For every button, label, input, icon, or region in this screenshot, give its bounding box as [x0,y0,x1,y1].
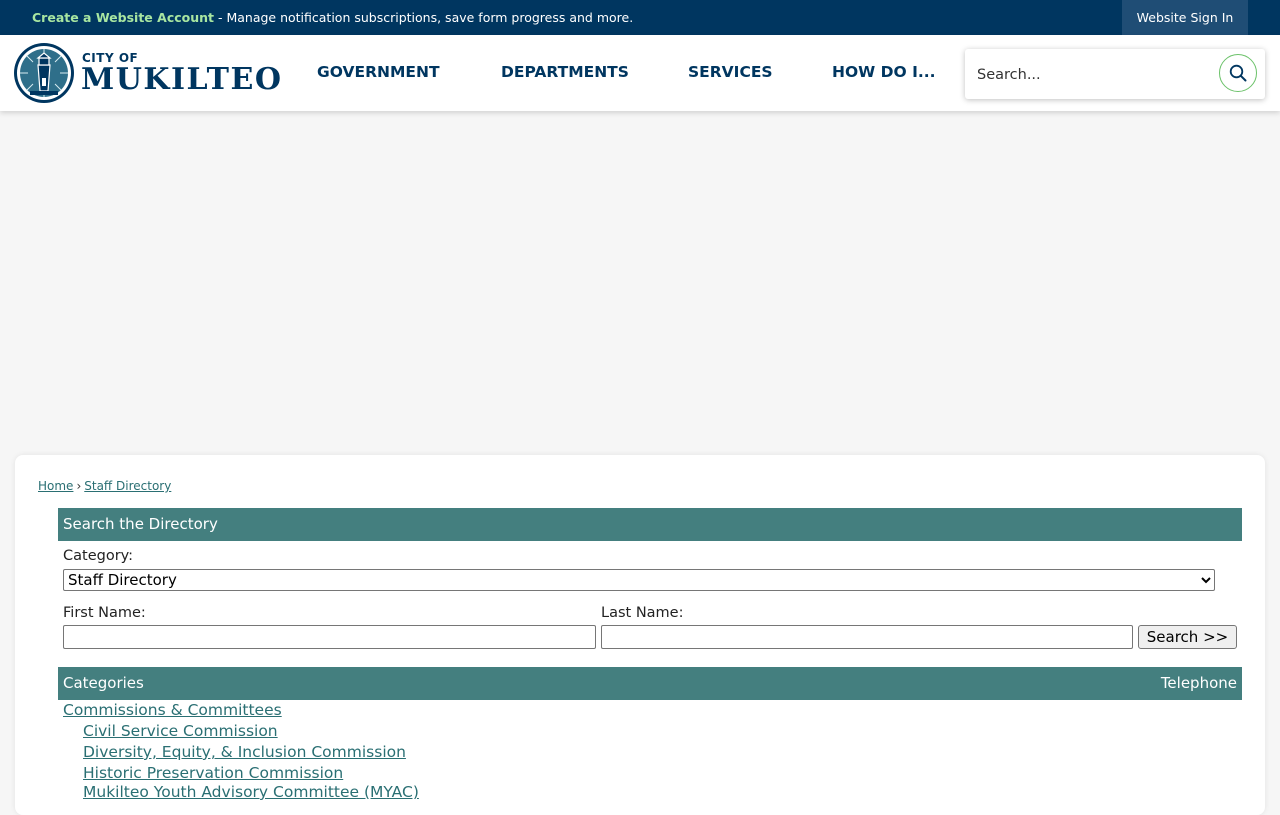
category-commissions-committees[interactable]: Commissions & Committees [63,701,282,719]
category-label: Category: [63,548,134,564]
search-directory-title: Search the Directory [63,515,218,533]
first-name-field[interactable] [63,625,596,649]
nav-government[interactable]: GOVERNMENT [317,63,440,81]
site-search [965,49,1265,99]
breadcrumb: Home › Staff Directory [38,479,171,493]
last-name-field[interactable] [601,625,1133,649]
categories-column-header: Categories [63,674,144,692]
search-button[interactable] [1219,54,1257,92]
logo-city-name: MUKILTEO [81,62,283,97]
lighthouse-seal-icon [14,43,74,103]
search-directory-header: Search the Directory [58,508,1242,541]
nav-how-do-i[interactable]: HOW DO I... [832,63,936,81]
breadcrumb-separator: › [76,479,82,493]
nav-departments[interactable]: DEPARTMENTS [501,63,629,81]
directory-search-button[interactable]: Search >> [1138,625,1237,649]
last-name-label: Last Name: [601,605,684,621]
search-input[interactable] [975,59,1179,91]
list-item[interactable]: Historic Preservation Commission [83,764,343,782]
account-message-text: - Manage notification subscriptions, sav… [214,10,634,25]
list-item[interactable]: Diversity, Equity, & Inclusion Commissio… [83,743,406,761]
telephone-column-header: Telephone [1160,674,1237,692]
first-name-label: First Name: [63,605,146,621]
city-logo[interactable]: CITY OF MUKILTEO [14,42,281,104]
create-account-link[interactable]: Create a Website Account [32,10,214,25]
content-card: Home › Staff Directory Search the Director… [15,455,1265,815]
magnifier-icon [1229,64,1247,82]
breadcrumb-staff-directory[interactable]: Staff Directory [84,479,171,493]
category-select[interactable]: Staff Directory [63,569,1215,591]
account-message: Create a Website Account - Manage notifi… [32,10,633,25]
breadcrumb-home[interactable]: Home [38,479,73,493]
categories-header: Categories Telephone [58,667,1242,700]
site-header: CITY OF MUKILTEO GOVERNMENT DEPARTMENTS … [0,35,1280,111]
list-item[interactable]: Civil Service Commission [83,722,278,740]
utility-bar: Create a Website Account - Manage notifi… [0,0,1280,35]
nav-services[interactable]: SERVICES [688,63,773,81]
website-sign-in-button[interactable]: Website Sign In [1122,0,1248,35]
list-item[interactable]: Mukilteo Youth Advisory Committee (MYAC) [83,783,419,801]
